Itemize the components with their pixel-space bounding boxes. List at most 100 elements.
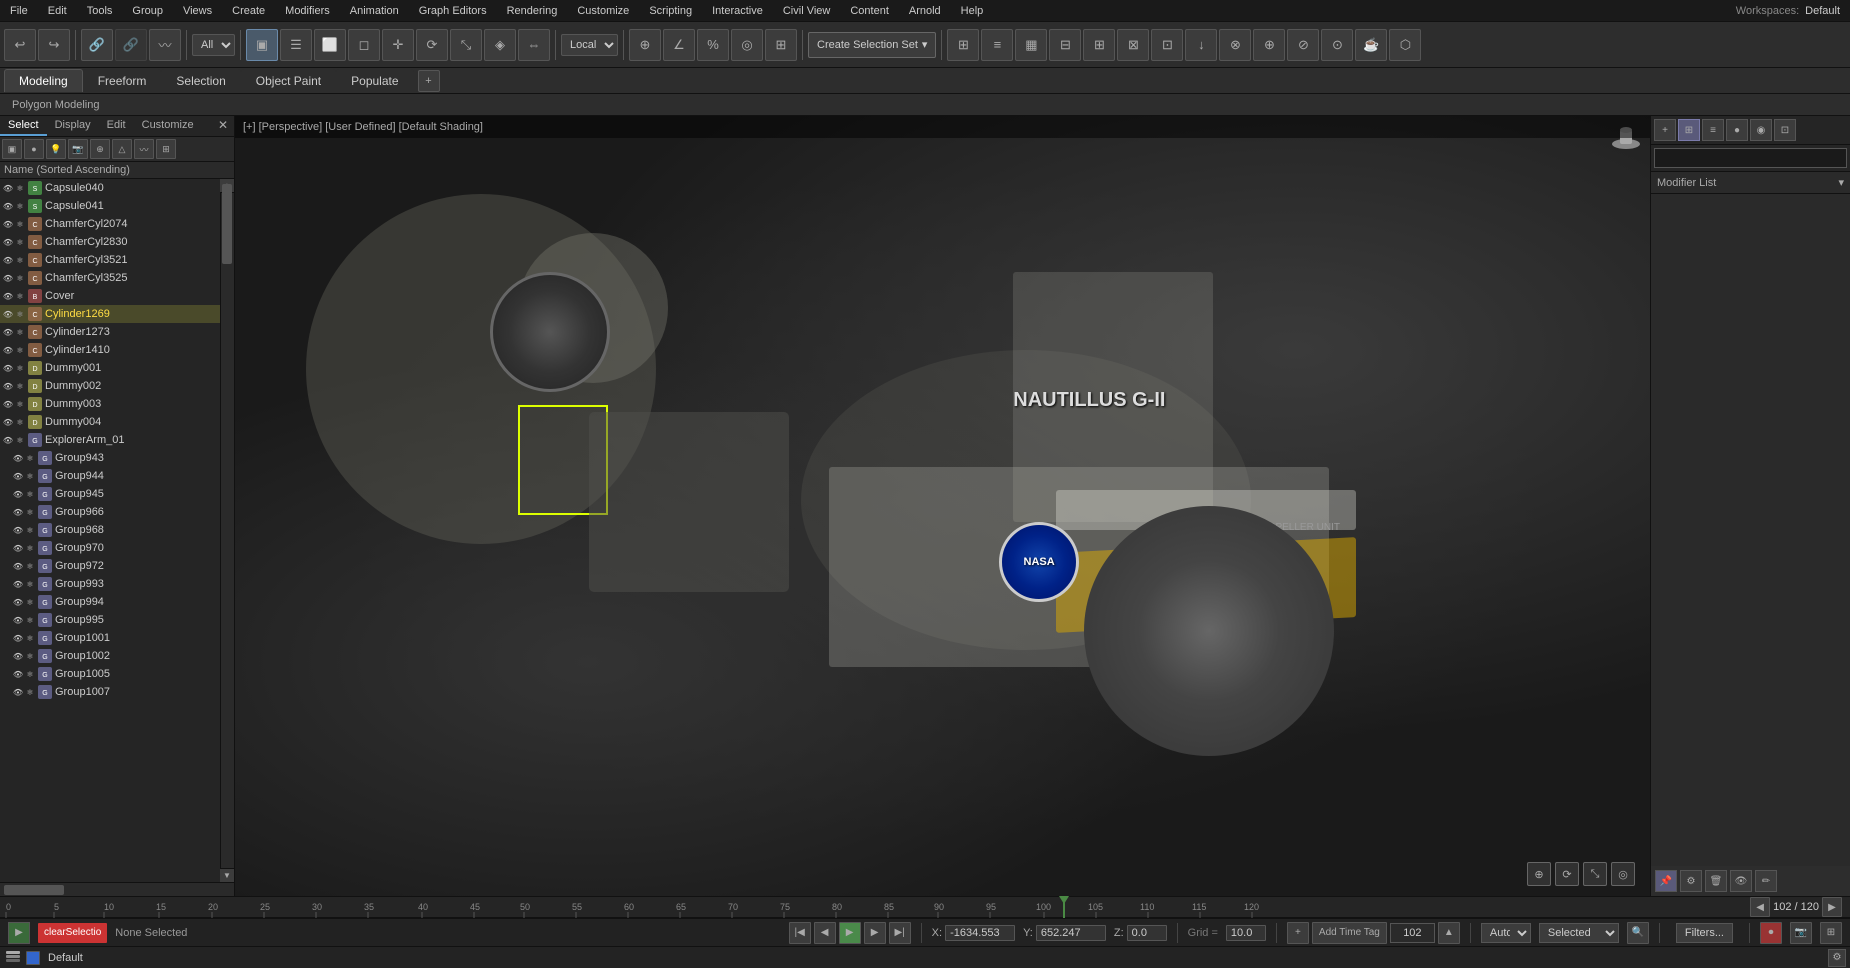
list-item[interactable]: 👁 ❄ D Dummy003	[0, 395, 220, 413]
menu-civil-view[interactable]: Civil View	[773, 3, 840, 19]
menu-modifiers[interactable]: Modifiers	[275, 3, 340, 19]
list-hscroll-thumb[interactable]	[4, 885, 64, 895]
list-horizontal-scroll[interactable]	[0, 882, 234, 896]
filters-button[interactable]: Filters...	[1676, 923, 1733, 943]
scene-tb-shape[interactable]: △	[112, 139, 132, 159]
tb-btn-2[interactable]: ▦	[1015, 29, 1047, 61]
scene-tb-spline[interactable]: 〰	[134, 139, 154, 159]
menu-animation[interactable]: Animation	[340, 3, 409, 19]
spinner-snap[interactable]: ◎	[731, 29, 763, 61]
layer-settings-button[interactable]: ⚙	[1828, 949, 1846, 967]
prev-frame-button[interactable]: ◀	[814, 922, 836, 944]
x-value[interactable]: -1634.553	[945, 925, 1015, 941]
edit-stack[interactable]: ⊞	[765, 29, 797, 61]
filter-dropdown[interactable]: All	[192, 34, 235, 56]
menu-group[interactable]: Group	[122, 3, 173, 19]
tab-selection[interactable]: Selection	[161, 69, 240, 92]
tb-btn-9[interactable]: ⊕	[1253, 29, 1285, 61]
list-item[interactable]: 👁 ❄ G Group1007	[0, 683, 220, 701]
list-item[interactable]: 👁 ❄ G Group945	[0, 485, 220, 503]
move-button[interactable]: ✛	[382, 29, 414, 61]
list-item[interactable]: 👁 ❄ G Group1002	[0, 647, 220, 665]
list-item[interactable]: 👁 ❄ C ChamferCyl2074	[0, 215, 220, 233]
viewport-nav-btn-2[interactable]: ⟳	[1555, 862, 1579, 886]
menu-content[interactable]: Content	[840, 3, 899, 19]
menu-customize[interactable]: Customize	[567, 3, 639, 19]
tb-btn-8[interactable]: ⊗	[1219, 29, 1251, 61]
se-tab-customize[interactable]: Customize	[134, 116, 202, 136]
undo-button[interactable]: ↩	[4, 29, 36, 61]
record-button[interactable]: ⏺	[1760, 922, 1782, 944]
list-scroll-down-button[interactable]: ▼	[220, 868, 234, 882]
frame-spinner-up[interactable]: ▲	[1438, 922, 1460, 944]
tb-btn-12[interactable]: ☕	[1355, 29, 1387, 61]
rotate-button[interactable]: ⟳	[416, 29, 448, 61]
bind-button[interactable]: 〰	[149, 29, 181, 61]
list-item[interactable]: 👁 ❄ G Group966	[0, 503, 220, 521]
add-time-tag-button[interactable]: Add Time Tag	[1312, 922, 1387, 944]
tb-btn-3[interactable]: ⊟	[1049, 29, 1081, 61]
camera-button[interactable]: 📷	[1790, 922, 1812, 944]
list-item[interactable]: 👁 ❄ C ChamferCyl2830	[0, 233, 220, 251]
scene-tb-sphere[interactable]: ●	[24, 139, 44, 159]
list-item[interactable]: 👁 ❄ G Group943	[0, 449, 220, 467]
menu-edit[interactable]: Edit	[38, 3, 77, 19]
tab-populate[interactable]: Populate	[336, 69, 413, 92]
tb-btn-13[interactable]: ⬡	[1389, 29, 1421, 61]
search-button[interactable]: 🔍	[1627, 922, 1649, 944]
tb-btn-11[interactable]: ⊙	[1321, 29, 1353, 61]
list-item[interactable]: 👁 ❄ S Capsule041	[0, 197, 220, 215]
mod-tab-1[interactable]: +	[1654, 119, 1676, 141]
viewport-nav-btn-3[interactable]: ⤡	[1583, 862, 1607, 886]
region-select-button[interactable]: ◻	[348, 29, 380, 61]
redo-button[interactable]: ↪	[38, 29, 70, 61]
rect-select-button[interactable]: ⬜	[314, 29, 346, 61]
list-item[interactable]: 👁 ❄ G Group993	[0, 575, 220, 593]
mod-tab-2[interactable]: ⊞	[1678, 119, 1700, 141]
percent-snap[interactable]: %	[697, 29, 729, 61]
list-item[interactable]: 👁 ❄ G ExplorerArm_01	[0, 431, 220, 449]
y-value[interactable]: 652.247	[1036, 925, 1106, 941]
list-item[interactable]: 👁 ❄ G Group968	[0, 521, 220, 539]
ref-coord-button[interactable]: ◈	[484, 29, 516, 61]
timeline-ruler[interactable]: 0 5 10 15 20 25 30 35 40 45 50 55 60 65 …	[0, 896, 1742, 918]
scene-explorer-close-button[interactable]: ✕	[212, 116, 234, 136]
scene-tb-select[interactable]: ▣	[2, 139, 22, 159]
scene-tb-camera[interactable]: 📷	[68, 139, 88, 159]
goto-start-button[interactable]: |◀	[789, 922, 811, 944]
scene-tb-light[interactable]: 💡	[46, 139, 66, 159]
mod-tab-3[interactable]: ≡	[1702, 119, 1724, 141]
se-tab-select[interactable]: Select	[0, 116, 47, 136]
list-item[interactable]: 👁 ❄ G Group995	[0, 611, 220, 629]
list-item[interactable]: 👁 ❄ B Cover	[0, 287, 220, 305]
list-item[interactable]: 👁 ❄ D Dummy001	[0, 359, 220, 377]
next-frame-button[interactable]: ▶	[864, 922, 886, 944]
tb-btn-4[interactable]: ⊞	[1083, 29, 1115, 61]
column-header[interactable]: Name (Sorted Ascending)	[0, 162, 234, 179]
menu-arnold[interactable]: Arnold	[899, 3, 951, 19]
menu-create[interactable]: Create	[222, 3, 275, 19]
list-item[interactable]: 👁 ❄ G Group944	[0, 467, 220, 485]
auto-dropdown[interactable]: Auto	[1481, 923, 1531, 943]
list-item[interactable]: 👁 ❄ S Capsule040	[0, 179, 220, 197]
list-item[interactable]: 👁 ❄ G Group1005	[0, 665, 220, 683]
tb-btn-5[interactable]: ⊠	[1117, 29, 1149, 61]
select-by-name-button[interactable]: ☰	[280, 29, 312, 61]
tl-prev-button[interactable]: ◀	[1750, 897, 1770, 917]
named-sets-button[interactable]: ⊞	[947, 29, 979, 61]
animation-mode-button[interactable]: ▶	[8, 922, 30, 944]
viewport-image[interactable]: NASA NAUTILLUS G-II PROPELLER UNIT ⊕ ⟳ ⤡…	[235, 116, 1650, 896]
select-button[interactable]: ▣	[246, 29, 278, 61]
menu-help[interactable]: Help	[951, 3, 994, 19]
se-tab-edit[interactable]: Edit	[99, 116, 134, 136]
menu-views[interactable]: Views	[173, 3, 222, 19]
list-item[interactable]: 👁 ❄ C ChamferCyl3525	[0, 269, 220, 287]
menu-scripting[interactable]: Scripting	[639, 3, 702, 19]
angle-snap[interactable]: ∠	[663, 29, 695, 61]
menu-file[interactable]: File	[0, 3, 38, 19]
menu-rendering[interactable]: Rendering	[497, 3, 568, 19]
goto-end-button[interactable]: ▶|	[889, 922, 911, 944]
list-item[interactable]: 👁 ❄ C ChamferCyl3521	[0, 251, 220, 269]
frame-input[interactable]	[1390, 923, 1435, 943]
modifier-trash-button[interactable]: 🗑	[1705, 870, 1727, 892]
